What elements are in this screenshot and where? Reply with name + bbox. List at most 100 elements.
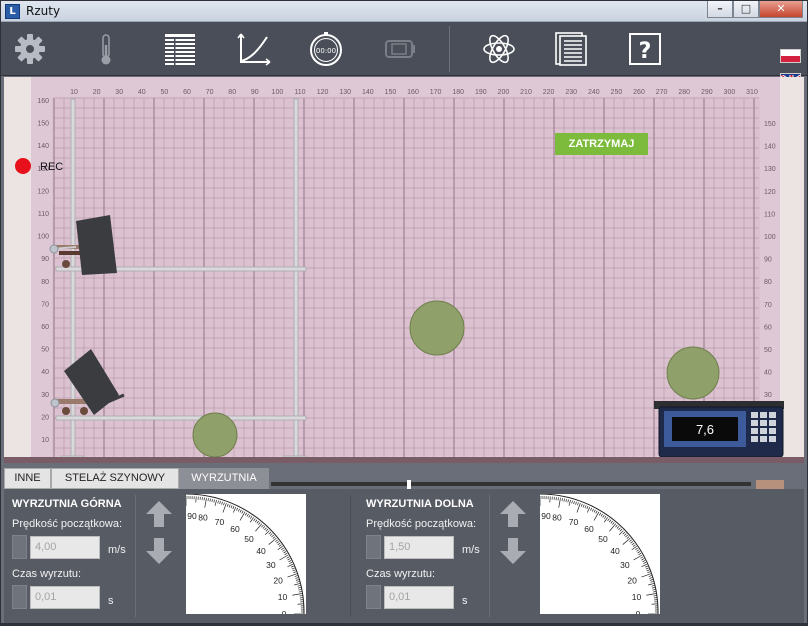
ruler-right-tick: 70 [764, 302, 772, 309]
ruler-top-tick: 20 [93, 89, 101, 96]
ruler-top-tick: 240 [588, 89, 600, 96]
upper-speed-lock[interactable] [12, 535, 27, 559]
ruler-top-tick: 190 [475, 89, 487, 96]
tab-bar: INNE STELAŻ SZYNOWY WYRZUTNIA [4, 466, 804, 489]
lower-speed-input[interactable]: 1,50 [384, 536, 454, 559]
ruler-left-tick: 70 [41, 301, 49, 308]
protractor-label: 90 [541, 511, 551, 521]
protractor-label: 80 [198, 512, 208, 522]
ruler-top-tick: 250 [611, 89, 623, 96]
lower-separator [489, 495, 490, 617]
lower-speed-label: Prędkość początkowa: [366, 518, 477, 530]
ruler-top-tick: 70 [206, 89, 214, 96]
protractor-label: 90 [187, 511, 197, 521]
ruler-left-tick: 80 [41, 279, 49, 286]
ruler-top-tick: 50 [161, 89, 169, 96]
launcher-panel: WYRZUTNIA GÓRNA Prędkość początkowa: 4,0… [4, 489, 804, 623]
protractor-label: 80 [552, 512, 562, 522]
ruler-top-tick: 30 [115, 89, 123, 96]
lower-speed-unit: m/s [462, 544, 480, 556]
ruler-top-tick: 160 [407, 89, 419, 96]
upper-speed-label: Prędkość początkowa: [12, 518, 123, 530]
floor [4, 457, 804, 463]
upper-angle-down-arrow-icon[interactable] [145, 536, 173, 566]
upper-angle-protractor[interactable]: 90 80 70 60 504030 20 10 0 [186, 494, 306, 614]
ruler-left-tick: 50 [41, 347, 49, 354]
protractor-label: 0 [282, 609, 287, 614]
title-bar: L Rzuty – □ ✕ [1, 1, 807, 22]
protractor-label: 20 [627, 575, 637, 585]
ruler-top-tick: 170 [430, 89, 442, 96]
document-icon[interactable] [553, 31, 589, 67]
timeline-track[interactable] [271, 482, 751, 486]
minimize-button[interactable]: – [707, 1, 733, 18]
ruler-right-tick: 130 [764, 166, 776, 173]
ruler-right-tick: 90 [764, 257, 772, 264]
ruler-top-tick: 80 [228, 89, 236, 96]
ruler-left-tick: 60 [41, 324, 49, 331]
ruler-right-tick: 80 [764, 279, 772, 286]
upper-time-unit: s [108, 595, 114, 607]
protractor-label: 40 [256, 546, 266, 556]
upper-time-input[interactable]: 0,01 [30, 586, 100, 609]
lower-angle-up-arrow-icon[interactable] [499, 499, 527, 529]
digital-scale[interactable]: 7,6 [654, 401, 784, 458]
lower-launcher-title: WYRZUTNIA DOLNA [366, 498, 474, 510]
ruler-top-tick: 130 [339, 89, 351, 96]
app-window: L Rzuty – □ ✕ 00:00 ? 10 20 30 40 50 60 … [0, 0, 808, 626]
pl-flag-icon[interactable] [780, 49, 801, 63]
upper-separator [135, 495, 136, 617]
ruler-top-tick: 280 [678, 89, 690, 96]
lower-time-lock[interactable] [366, 585, 381, 609]
protractor-label: 10 [632, 592, 642, 602]
protractor-label: 0 [636, 609, 641, 614]
protractor-label: 40 [610, 546, 620, 556]
protractor-label: 20 [273, 575, 283, 585]
lower-angle-protractor[interactable]: 90 80 70 60 504030 20 10 0 [540, 494, 660, 614]
ruler-right-tick: 60 [764, 324, 772, 331]
ruler-left-tick: 90 [41, 256, 49, 263]
ruler-top-tick: 210 [520, 89, 532, 96]
upper-speed-input[interactable]: 4,00 [30, 536, 100, 559]
ruler-right-tick: 50 [764, 347, 772, 354]
ruler-left-tick: 160 [37, 98, 49, 105]
lower-angle-down-arrow-icon[interactable] [499, 536, 527, 566]
table-icon[interactable] [162, 31, 198, 67]
help-icon[interactable]: ? [627, 31, 663, 67]
camera-icon[interactable] [382, 31, 418, 67]
close-button[interactable]: ✕ [759, 1, 803, 18]
lower-launcher-section: WYRZUTNIA DOLNA Prędkość początkowa: 1,5… [358, 489, 698, 623]
ruler-left-tick: 100 [37, 234, 49, 241]
tab-rail-frame[interactable]: STELAŻ SZYNOWY [51, 468, 179, 489]
stopwatch-icon[interactable]: 00:00 [308, 31, 344, 67]
ruler-left-tick: 140 [37, 143, 49, 150]
window-title: Rzuty [26, 4, 61, 18]
ruler-left-tick: 110 [38, 211, 49, 218]
lower-time-input[interactable]: 0,01 [384, 586, 454, 609]
ruler-top-tick: 110 [294, 89, 305, 96]
ruler-left-tick: 120 [37, 188, 49, 195]
stop-button[interactable]: ZATRZYMAJ [555, 133, 648, 155]
atom-icon[interactable] [481, 31, 517, 67]
upper-time-lock[interactable] [12, 585, 27, 609]
lower-speed-lock[interactable] [366, 535, 381, 559]
thermometer-icon[interactable] [88, 31, 124, 67]
ball-lower [192, 412, 238, 458]
upper-angle-up-arrow-icon[interactable] [145, 499, 173, 529]
tab-launcher[interactable]: WYRZUTNIA [179, 468, 269, 489]
help-glyph: ? [639, 39, 652, 64]
ruler-top-tick: 60 [183, 89, 191, 96]
ruler-top-tick: 300 [724, 89, 736, 96]
lower-time-unit: s [462, 595, 468, 607]
tab-other[interactable]: INNE [4, 468, 51, 489]
timeline-knob[interactable] [407, 480, 411, 489]
graph-icon[interactable] [236, 31, 272, 67]
ruler-top-tick: 200 [498, 89, 510, 96]
ruler-right-tick: 150 [764, 121, 776, 128]
gear-icon[interactable] [12, 31, 48, 67]
ruler-right-tick: 30 [764, 392, 772, 399]
maximize-button[interactable]: □ [733, 1, 759, 18]
ruler-top-tick: 180 [452, 89, 464, 96]
ruler-top-tick: 150 [385, 89, 397, 96]
ruler-top-tick: 270 [656, 89, 668, 96]
